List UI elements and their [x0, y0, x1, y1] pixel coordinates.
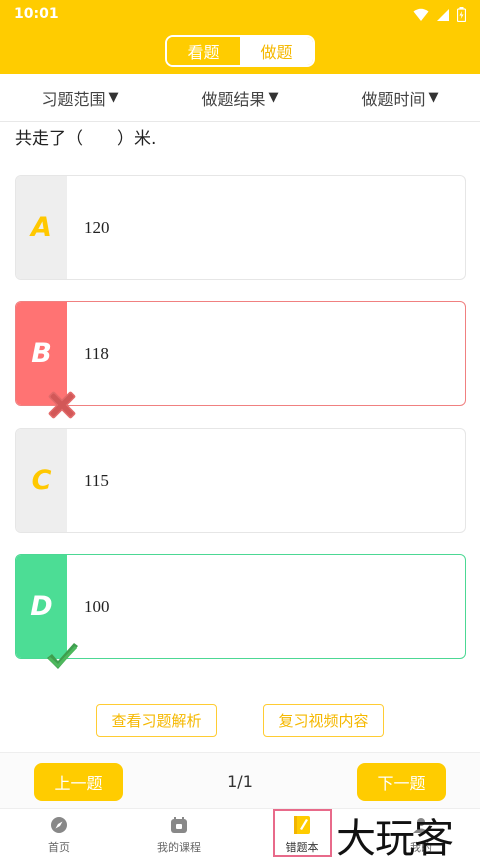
- caret-down-icon: ▼: [268, 90, 279, 105]
- system-icons: [413, 7, 466, 22]
- question-text: 共走了（ ）米.: [15, 129, 157, 149]
- review-video-button[interactable]: 复习视频内容: [263, 704, 384, 737]
- option-value: 100: [84, 596, 110, 616]
- view-analysis-button[interactable]: 查看习题解析: [96, 704, 217, 737]
- option-value: 120: [84, 217, 110, 237]
- notebook-icon: [292, 815, 312, 835]
- view-mode-toggle: 看题 做题: [165, 35, 315, 67]
- option-letter: A: [16, 176, 67, 279]
- tab-my-courses[interactable]: 我的课程: [139, 809, 219, 859]
- watermark: 大玩客: [336, 816, 454, 859]
- option-b[interactable]: B 118: [15, 301, 466, 419]
- wrong-cross-icon: [48, 391, 76, 419]
- wifi-icon: [413, 8, 429, 21]
- tab-label: 首页: [48, 840, 70, 854]
- tab-mistake-book[interactable]: 错题本: [262, 809, 342, 859]
- filter-exercise-range[interactable]: 习题范围 ▼: [0, 74, 160, 121]
- filter-label: 做题结果: [201, 89, 266, 109]
- filter-bar: 习题范围 ▼ 做题结果 ▼ 做题时间 ▼: [0, 74, 480, 122]
- option-d[interactable]: D 100: [15, 554, 466, 669]
- next-question-button[interactable]: 下一题: [357, 763, 446, 801]
- tab-label: 错题本: [285, 840, 319, 854]
- compass-icon: [49, 815, 69, 835]
- filter-time[interactable]: 做题时间 ▼: [320, 74, 480, 121]
- caret-down-icon: ▼: [108, 90, 119, 105]
- tab-home[interactable]: 首页: [19, 809, 99, 859]
- tab-do-questions[interactable]: 做题: [240, 37, 313, 65]
- status-bar: 10:01: [0, 0, 480, 30]
- calendar-icon: [169, 815, 189, 835]
- pager-bar: 上一题 1/1 下一题: [0, 752, 480, 808]
- filter-label: 习题范围: [41, 89, 106, 109]
- filter-result[interactable]: 做题结果 ▼: [160, 74, 320, 121]
- status-time: 10:01: [14, 6, 59, 22]
- option-a[interactable]: A 120: [15, 175, 466, 280]
- filter-label: 做题时间: [361, 89, 426, 109]
- battery-icon: [457, 7, 466, 22]
- correct-check-icon: [47, 643, 78, 669]
- caret-down-icon: ▼: [428, 90, 439, 105]
- option-value: 115: [84, 470, 109, 490]
- tab-label: 我的课程: [157, 840, 201, 854]
- tab-view-questions[interactable]: 看题: [167, 37, 240, 65]
- option-value: 118: [84, 343, 109, 363]
- option-letter: C: [16, 429, 67, 532]
- signal-icon: [437, 8, 449, 21]
- option-c[interactable]: C 115: [15, 428, 466, 533]
- top-bar: 10:01 看题 做题: [0, 0, 480, 74]
